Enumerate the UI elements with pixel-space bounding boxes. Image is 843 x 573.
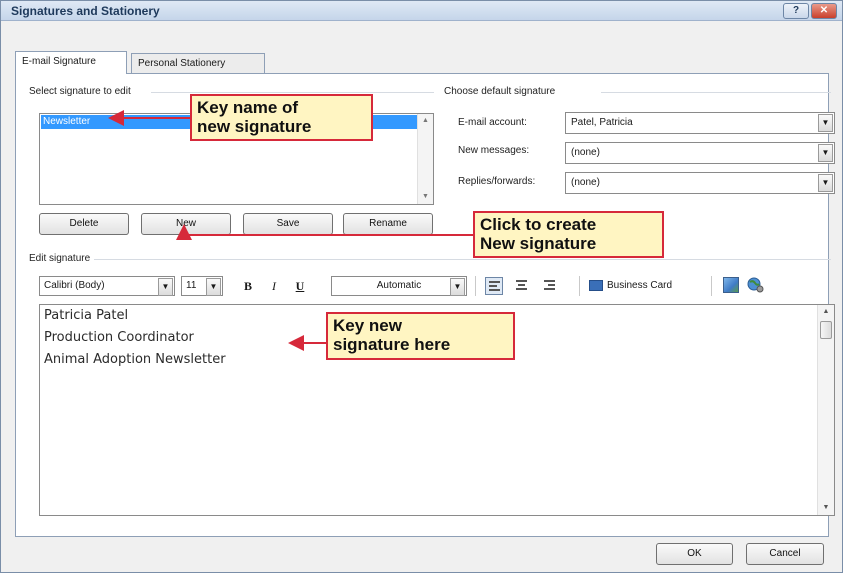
business-card-button[interactable]: Business Card [589, 277, 701, 295]
callout-text: New signature [480, 234, 597, 253]
callout-text: Key name of [197, 98, 299, 117]
scroll-down-icon[interactable]: ▼ [818, 501, 834, 515]
callout-text: signature here [333, 335, 451, 354]
new-messages-select[interactable]: (none) ▼ [565, 142, 835, 164]
delete-button[interactable]: Delete [39, 213, 129, 235]
tab-email-signature[interactable]: E-mail Signature [15, 51, 127, 74]
chevron-down-icon[interactable]: ▼ [158, 278, 173, 296]
bold-button[interactable]: B [239, 277, 257, 295]
font-size-select[interactable]: 11 ▼ [181, 276, 223, 296]
window-title: Signatures and Stationery [11, 4, 160, 18]
italic-button[interactable]: I [265, 277, 283, 295]
chevron-down-icon[interactable]: ▼ [450, 278, 465, 296]
cancel-button[interactable]: Cancel [746, 543, 824, 565]
business-card-label: Business Card [607, 280, 673, 291]
email-account-value: Patel, Patricia [571, 117, 633, 128]
tab-personal-stationery[interactable]: Personal Stationery [131, 53, 265, 73]
underline-button[interactable]: U [291, 277, 309, 295]
scroll-up-icon[interactable]: ▲ [418, 114, 433, 128]
new-messages-label: New messages: [458, 145, 530, 156]
toolbar-separator [475, 276, 476, 296]
callout-key-name: Key name of new signature [190, 94, 373, 141]
font-select[interactable]: Calibri (Body) ▼ [39, 276, 175, 296]
font-value: Calibri (Body) [44, 280, 105, 291]
chevron-down-icon[interactable]: ▼ [206, 278, 221, 296]
callout-text: new signature [197, 117, 312, 136]
select-signature-label: Select signature to edit [29, 86, 135, 97]
replies-forwards-value: (none) [571, 177, 600, 188]
email-account-label: E-mail account: [458, 117, 527, 128]
callout-click-create: Click to create New signature [473, 211, 664, 258]
group-divider [151, 92, 434, 93]
scroll-thumb[interactable] [820, 321, 832, 339]
font-color-value: Automatic [376, 280, 422, 291]
ok-button[interactable]: OK [656, 543, 733, 565]
editor-scrollbar[interactable]: ▲ ▼ [817, 305, 834, 515]
replies-forwards-label: Replies/forwards: [458, 176, 536, 187]
insert-picture-icon[interactable] [723, 277, 739, 293]
save-button[interactable]: Save [243, 213, 333, 235]
new-button[interactable]: New [141, 213, 231, 235]
signature-list-scrollbar[interactable]: ▲ ▼ [417, 114, 433, 204]
edit-signature-label: Edit signature [29, 253, 95, 264]
signatures-dialog: Signatures and Stationery ? ✕ E-mail Sig… [0, 0, 843, 573]
callout-text: Key new [333, 316, 402, 335]
toolbar-separator [579, 276, 580, 296]
help-button[interactable]: ? [783, 3, 809, 19]
business-card-icon [589, 280, 603, 291]
new-messages-value: (none) [571, 147, 600, 158]
callout-text: Click to create [480, 215, 597, 234]
group-divider [601, 92, 831, 93]
signature-line: Patricia Patel [44, 308, 129, 323]
chevron-down-icon[interactable]: ▼ [818, 114, 833, 132]
scroll-up-icon[interactable]: ▲ [818, 305, 834, 319]
replies-forwards-select[interactable]: (none) ▼ [565, 172, 835, 194]
scroll-down-icon[interactable]: ▼ [418, 190, 433, 204]
close-button[interactable]: ✕ [811, 3, 837, 19]
align-left-icon[interactable] [485, 277, 503, 295]
align-center-icon[interactable] [513, 277, 531, 295]
chevron-down-icon[interactable]: ▼ [818, 144, 833, 162]
font-color-select[interactable]: Automatic ▼ [331, 276, 467, 296]
email-account-select[interactable]: Patel, Patricia ▼ [565, 112, 835, 134]
chevron-down-icon[interactable]: ▼ [818, 174, 833, 192]
title-bar: Signatures and Stationery ? ✕ [1, 1, 842, 21]
group-divider [91, 259, 831, 260]
signature-line: Production Coordinator [44, 330, 194, 345]
callout-key-signature: Key new signature here [326, 312, 515, 360]
rename-button[interactable]: Rename [343, 213, 433, 235]
hyperlink-globe-icon[interactable] [747, 276, 765, 294]
signature-line: Animal Adoption Newsletter [44, 352, 226, 367]
default-signature-label: Choose default signature [444, 86, 560, 97]
toolbar-separator [711, 276, 712, 296]
align-right-icon[interactable] [541, 277, 559, 295]
font-size-value: 11 [186, 280, 197, 291]
